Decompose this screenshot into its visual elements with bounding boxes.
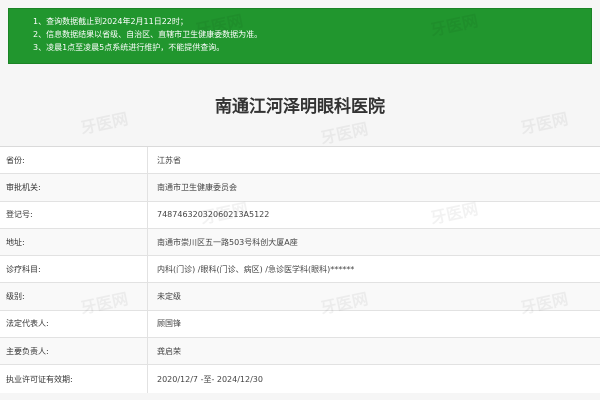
- row-label: 登记号:: [0, 201, 148, 228]
- notice-list: 1、查询数据截止到2024年2月11日22时； 2、信息数据结果以省级、自治区、…: [33, 15, 591, 54]
- watermark: 牙医网: [318, 119, 370, 148]
- row-label: 法定代表人:: [0, 310, 148, 338]
- row-label: 主要负责人:: [0, 338, 148, 365]
- table-row: 地址: 南通市崇川区五一路503号科创大厦A座: [0, 228, 600, 257]
- table-row: 执业许可证有效期: 2020/12/7 -至- 2024/12/30: [0, 365, 600, 393]
- row-label: 地址:: [0, 228, 148, 256]
- row-label: 执业许可证有效期:: [0, 365, 148, 393]
- row-value: 江苏省: [157, 155, 181, 165]
- row-value: 龚启荣: [157, 346, 181, 356]
- row-label: 级别:: [0, 283, 148, 310]
- row-value: 74874632032060213A5122: [157, 210, 270, 220]
- row-value: 2020/12/7 -至- 2024/12/30: [157, 374, 263, 384]
- row-value: 未定级: [157, 292, 181, 302]
- notice-line: 1、查询数据截止到2024年2月11日22时；: [33, 17, 188, 26]
- table-row: 审批机关: 南通市卫生健康委员会: [0, 174, 600, 202]
- row-label: 诊疗科目:: [0, 256, 148, 283]
- table-row: 登记号: 74874632032060213A5122: [0, 201, 600, 229]
- table-row: 省份: 江苏省: [0, 147, 600, 175]
- table-row: 诊疗科目: 内科(门诊) /眼科(门诊、病区) /急诊医学科(眼科)******: [0, 256, 600, 284]
- notice-banner: 1、查询数据截止到2024年2月11日22时； 2、信息数据结果以省级、自治区、…: [8, 8, 592, 64]
- table-row: 法定代表人: 顾国锋: [0, 310, 600, 339]
- table-row: 主要负责人: 龚启荣: [0, 338, 600, 366]
- page-title: 南通江河泽明眼科医院: [215, 97, 385, 117]
- notice-line: 3、凌晨1点至凌晨5点系统进行维护，不能提供查询。: [33, 43, 225, 52]
- notice-line: 2、信息数据结果以省级、自治区、直辖市卫生健康委数据为准。: [33, 30, 263, 39]
- row-value: 南通市卫生健康委员会: [157, 182, 237, 192]
- row-value: 内科(门诊) /眼科(门诊、病区) /急诊医学科(眼科)******: [157, 264, 355, 274]
- row-label: 省份:: [0, 147, 148, 174]
- row-value: 顾国锋: [157, 319, 181, 329]
- info-table: 省份: 江苏省 审批机关: 南通市卫生健康委员会 登记号: 7487463203…: [0, 146, 600, 393]
- row-label: 审批机关:: [0, 174, 148, 201]
- row-value: 南通市崇川区五一路503号科创大厦A座: [157, 237, 298, 247]
- table-row: 级别: 未定级: [0, 283, 600, 311]
